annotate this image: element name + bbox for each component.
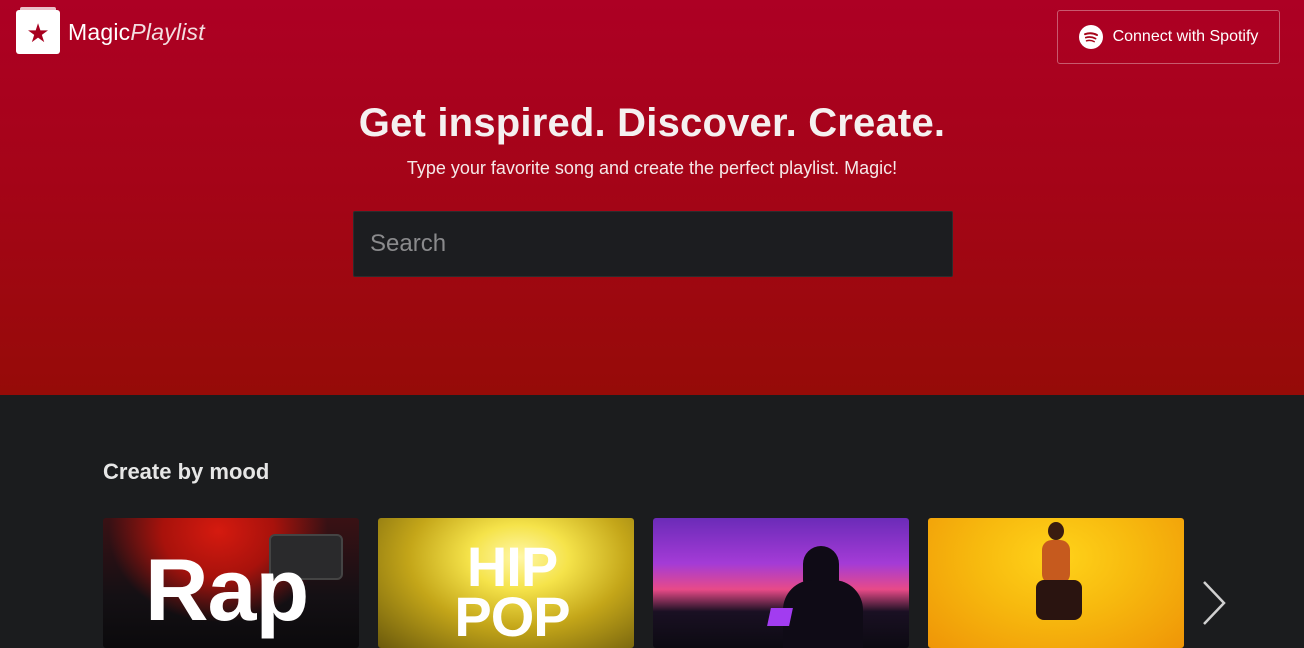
search-input[interactable] [353,211,953,277]
hero-headline: Get inspired. Discover. Create. [358,101,946,145]
connect-spotify-button[interactable]: Connect with Spotify [1057,10,1280,64]
athlete-legs [1036,580,1082,620]
laptop-image [767,608,793,626]
logo-link[interactable]: ★ MagicPlaylist [16,7,205,54]
connect-spotify-label: Connect with Spotify [1112,28,1259,45]
hero-banner: ★ MagicPlaylist Connect with Spotify Get… [0,0,1304,395]
chevron-right-icon[interactable] [1196,578,1232,628]
mood-section-title: Create by mood [103,459,270,484]
logo-text-bold: Magic [68,18,131,45]
mood-card-hip-pop[interactable]: HIP POP [378,518,634,648]
star-icon: ★ [26,18,50,48]
mood-card-pop-label: POP [454,585,570,648]
hero-subheadline: Type your favorite song and create the p… [406,158,898,178]
mood-card-hip-pop-label: HIP POP [452,539,572,645]
mood-card-workout[interactable] [928,518,1184,648]
athlete-torso [1042,540,1070,584]
silhouette-body [783,580,863,648]
mood-card-rap[interactable]: Rap [103,518,359,648]
mood-card-night[interactable] [653,518,909,648]
logo-text: MagicPlaylist [68,19,205,46]
mood-card-rap-label: Rap [145,540,309,639]
spotify-icon [1078,25,1103,49]
logo-icon: ★ [16,7,60,54]
logo-text-light: Playlist [130,18,205,45]
athlete-head [1048,522,1064,540]
